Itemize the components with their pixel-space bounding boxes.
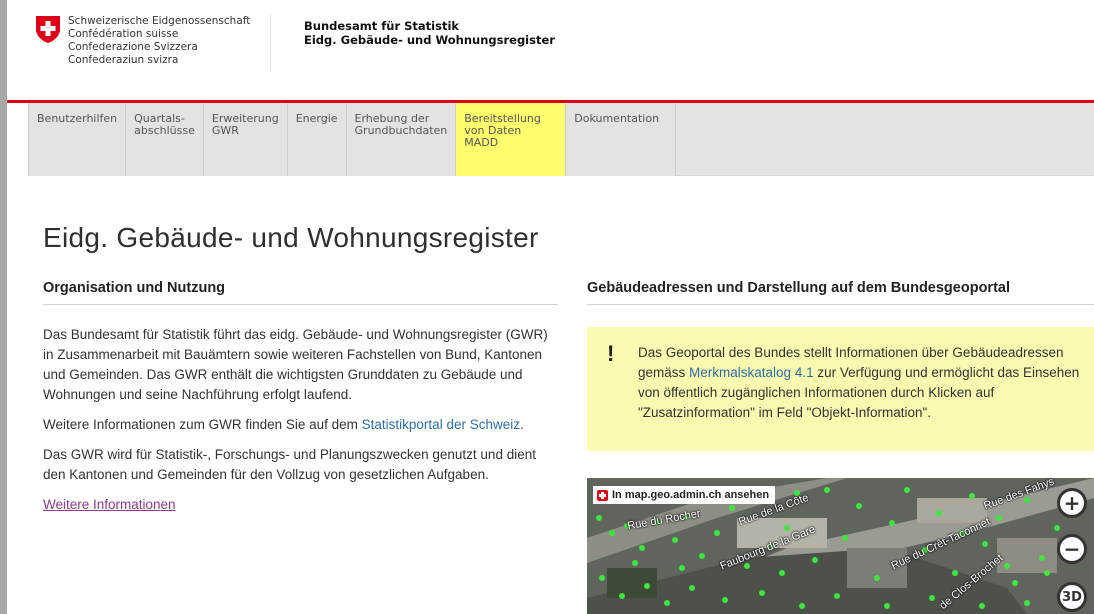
confederation-it: Confederazione Svizzera [68,41,198,53]
page-left-border [0,0,7,614]
header-divider [270,14,271,72]
organisation-paragraph-1: Das Bundesamt für Statistik führt das ei… [43,327,548,402]
organisation-section: Organisation und Nutzung Das Bundesamt f… [43,280,558,512]
organisation-paragraph-2: Weitere Informationen zum GWR finden Sie… [43,415,558,435]
info-notice-box: ! Das Geoportal des Bundes stellt Inform… [587,327,1094,451]
site-header: Schweizerische Eidgenossenschaft Confédé… [7,0,1094,100]
geoportal-map[interactable]: In map.geo.admin.ch ansehen Rue du Roche… [587,478,1094,614]
exclamation-icon: ! [607,341,615,366]
3d-view-button[interactable]: 3D [1057,582,1087,612]
statistikportal-link[interactable]: Statistikportal der Schweiz [362,417,520,432]
geoportal-heading: Gebäudeadressen und Darstellung auf dem … [587,280,1094,305]
main-navigation: Benutzerhilfen Quartals- abschlüsse Erwe… [28,103,1094,176]
confederation-fr: Confédération suisse [68,28,179,40]
open-in-map-geo-admin-button[interactable]: In map.geo.admin.ch ansehen [593,486,776,504]
nav-item-dokumentation[interactable]: Dokumentation [566,103,677,176]
nav-item-bereitstellung-madd[interactable]: Bereitstellung von Daten MADD [456,103,567,176]
office-line-2: Eidg. Gebäude- und Wohnungsregister [304,33,555,47]
weitere-informationen-link[interactable]: Weitere Informationen [43,497,558,512]
notice-text: Das Geoportal des Bundes stellt Informat… [638,343,1088,423]
zoom-out-button[interactable]: − [1057,534,1087,564]
nav-item-energie[interactable]: Energie [288,103,347,176]
merkmalskatalog-link[interactable]: Merkmalskatalog 4.1 [689,365,814,380]
zoom-in-button[interactable]: + [1057,488,1087,518]
organisation-paragraph-3: Das GWR wird für Statistik-, Forschungs-… [43,447,536,482]
p2-prefix: Weitere Informationen zum GWR finden Sie… [43,417,362,432]
office-name[interactable]: Bundesamt für Statistik Eidg. Gebäude- u… [304,19,555,47]
nav-item-benutzerhilfen[interactable]: Benutzerhilfen [28,103,127,176]
geoportal-section: Gebäudeadressen und Darstellung auf dem … [587,280,1094,451]
confederation-de: Schweizerische Eidgenossenschaft [68,15,251,27]
nav-item-quartalsabschluesse[interactable]: Quartals- abschlüsse [126,103,204,176]
nav-item-erweiterung-gwr[interactable]: Erweiterung GWR [204,103,288,176]
nav-item-erhebung-grundbuchdaten[interactable]: Erhebung der Grundbuchdaten [347,103,457,176]
nav-filler [676,103,1094,176]
swiss-flag-icon [597,489,608,501]
confederation-rm: Confederaziun svizra [68,54,179,66]
map-badge-label: In map.geo.admin.ch ansehen [612,489,770,501]
organisation-heading: Organisation und Nutzung [43,280,558,305]
office-line-1: Bundesamt für Statistik [304,19,460,33]
swiss-shield-logo-icon[interactable] [33,14,63,44]
page-title: Eidg. Gebäude- und Wohnungsregister [43,222,539,253]
p2-suffix: . [519,417,524,432]
confederation-names: Schweizerische Eidgenossenschaft Confédé… [68,15,250,67]
